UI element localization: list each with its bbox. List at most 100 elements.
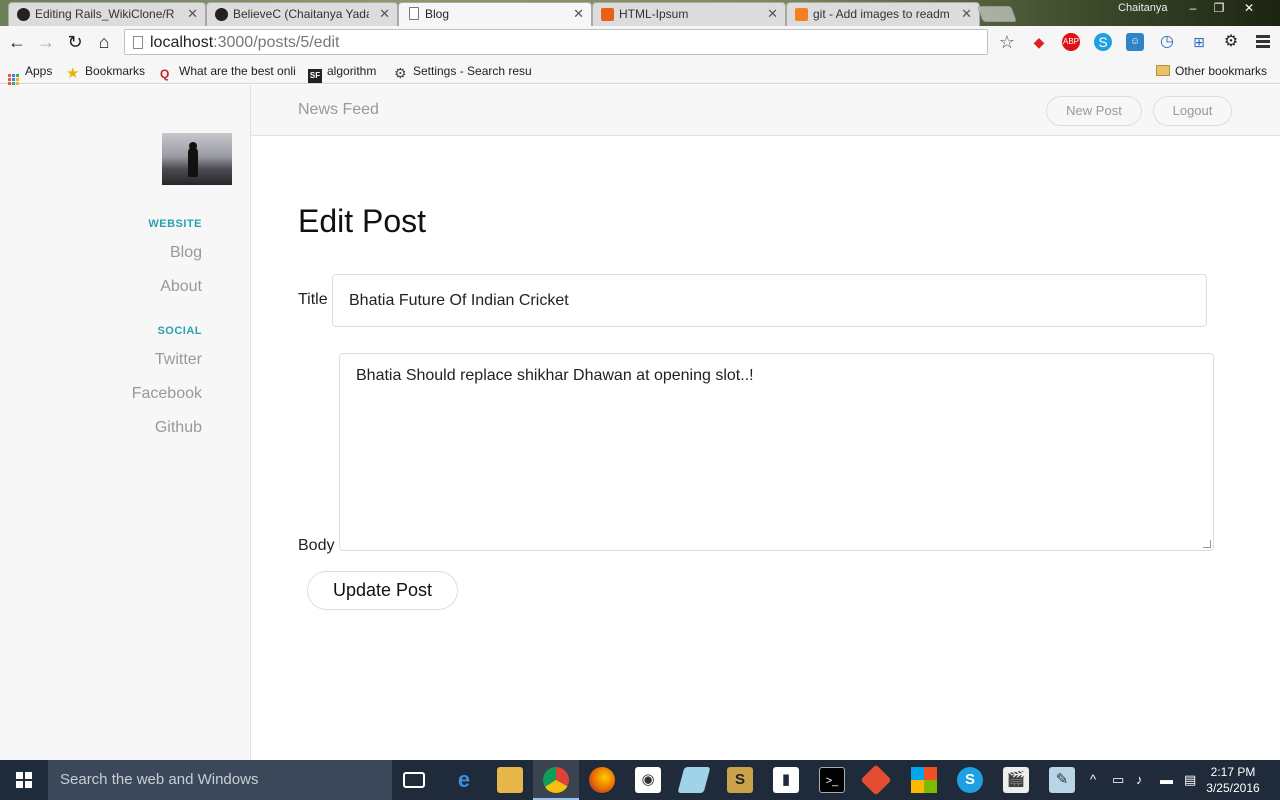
volume-icon[interactable]: ♪ bbox=[1136, 760, 1143, 800]
gear-icon: ⚙ bbox=[394, 65, 407, 80]
bookmark-quora[interactable]: Q What are the best onli bbox=[160, 62, 298, 81]
bookmark-star-icon[interactable]: ☆ bbox=[998, 33, 1016, 51]
sidebar-item-blog[interactable]: Blog bbox=[170, 244, 202, 262]
bookmark-label: algorithm bbox=[327, 64, 377, 78]
tab-label: BelieveC (Chaitanya Yadav bbox=[233, 7, 369, 21]
git-icon[interactable] bbox=[860, 764, 892, 796]
camera-icon[interactable]: ◉ bbox=[635, 767, 661, 793]
update-post-button[interactable]: Update Post bbox=[307, 571, 458, 610]
network-icon[interactable]: ▭ bbox=[1112, 760, 1124, 800]
bookmark-algorithm[interactable]: SF algorithm bbox=[308, 62, 376, 83]
chrome-menu-icon[interactable] bbox=[1256, 35, 1270, 50]
new-tab-button[interactable] bbox=[977, 6, 1017, 22]
reload-icon[interactable]: ↻ bbox=[63, 30, 87, 54]
sidebar-item-twitter[interactable]: Twitter bbox=[155, 351, 202, 369]
window-user-name[interactable]: Chaitanya bbox=[1118, 2, 1168, 14]
close-window-icon[interactable]: ✕ bbox=[1236, 0, 1262, 18]
github-icon bbox=[17, 8, 30, 21]
notes-icon[interactable] bbox=[677, 767, 711, 793]
action-center-icon[interactable]: ▤ bbox=[1184, 760, 1196, 800]
movie-maker-icon[interactable]: 🎬 bbox=[1003, 767, 1029, 793]
adblock-icon[interactable]: ABP bbox=[1062, 33, 1080, 51]
web-page: WEBSITE Blog About SOCIAL Twitter Facebo… bbox=[0, 85, 1280, 760]
avatar bbox=[162, 133, 232, 185]
start-button[interactable] bbox=[0, 760, 48, 800]
bookmark-other[interactable]: Other bookmarks bbox=[1156, 62, 1267, 80]
restore-icon[interactable]: ❐ bbox=[1206, 0, 1232, 18]
news-feed-link[interactable]: News Feed bbox=[298, 101, 379, 119]
bookmark-label: Settings - Search resu bbox=[413, 64, 532, 78]
battery-icon[interactable]: ▬ bbox=[1160, 760, 1173, 800]
close-tab-icon[interactable]: ✕ bbox=[767, 3, 778, 25]
taskbar-search-box[interactable]: Search the web and Windows bbox=[48, 760, 392, 800]
address-bar[interactable]: localhost:3000/posts/5/edit bbox=[124, 29, 988, 55]
page-icon bbox=[133, 36, 143, 49]
folder-icon bbox=[1156, 65, 1170, 76]
sidebar-heading-website: WEBSITE bbox=[148, 218, 202, 230]
sublime-icon[interactable]: S bbox=[727, 767, 753, 793]
notifications-icon[interactable]: ☺ bbox=[1126, 33, 1144, 51]
github-icon bbox=[215, 8, 228, 21]
extension-red-icon[interactable]: ◆ bbox=[1030, 33, 1048, 51]
account-icon[interactable]: ⊞ bbox=[1190, 33, 1208, 51]
history-icon[interactable]: ◷ bbox=[1158, 33, 1176, 51]
paint-icon[interactable]: ✎ bbox=[1049, 767, 1075, 793]
logout-button[interactable]: Logout bbox=[1153, 96, 1232, 126]
skype-icon[interactable]: S bbox=[1094, 33, 1112, 51]
bookmark-settings[interactable]: ⚙ Settings - Search resu bbox=[394, 62, 532, 80]
address-url[interactable]: localhost:3000/posts/5/edit bbox=[150, 34, 339, 52]
chrome-icon[interactable] bbox=[543, 767, 569, 793]
sf-icon: SF bbox=[308, 69, 322, 83]
new-post-button[interactable]: New Post bbox=[1046, 96, 1142, 126]
body-text: Bhatia Should replace shikhar Dhawan at … bbox=[356, 367, 754, 384]
tray-chevron-icon[interactable]: ^ bbox=[1090, 760, 1096, 800]
bookmarks-bar: Apps ★ Bookmarks Q What are the best onli … bbox=[0, 58, 1280, 85]
skype-taskbar-icon[interactable]: S bbox=[957, 767, 983, 793]
terminal-icon[interactable]: >_ bbox=[819, 767, 845, 793]
tab-html-ipsum[interactable]: HTML-Ipsum ✕ bbox=[592, 2, 786, 26]
body-label: Body bbox=[298, 537, 335, 554]
settings-gear-icon[interactable]: ⚙ bbox=[1222, 33, 1240, 51]
tab-git-add-images[interactable]: git - Add images to readm ✕ bbox=[786, 2, 980, 26]
home-icon[interactable]: ⌂ bbox=[92, 30, 116, 54]
firefox-icon[interactable] bbox=[589, 767, 615, 793]
back-icon[interactable]: ← bbox=[5, 30, 29, 54]
sidebar-item-facebook[interactable]: Facebook bbox=[132, 385, 202, 403]
tab-editing-rails[interactable]: Editing Rails_WikiClone/R ✕ bbox=[8, 2, 206, 26]
app-icon[interactable]: ▮ bbox=[773, 767, 799, 793]
windows-logo-icon bbox=[16, 772, 32, 788]
body-textarea[interactable]: Bhatia Should replace shikhar Dhawan at … bbox=[339, 353, 1214, 551]
sidebar-item-github[interactable]: Github bbox=[155, 419, 202, 437]
title-input[interactable]: Bhatia Future Of Indian Cricket bbox=[332, 274, 1207, 327]
bookmark-bookmarks[interactable]: ★ Bookmarks bbox=[66, 62, 145, 81]
tab-label: git - Add images to readm bbox=[813, 7, 950, 21]
bookmark-label: What are the best onli bbox=[179, 64, 296, 78]
sidebar: WEBSITE Blog About SOCIAL Twitter Facebo… bbox=[0, 85, 251, 760]
file-explorer-icon[interactable] bbox=[497, 767, 523, 793]
office-icon[interactable] bbox=[911, 767, 937, 793]
tab-label: Editing Rails_WikiClone/R bbox=[35, 7, 175, 21]
top-navbar: News Feed New Post Logout bbox=[251, 85, 1280, 136]
task-view-icon[interactable] bbox=[403, 772, 425, 788]
browser-toolbar: ← → ↻ ⌂ localhost:3000/posts/5/edit ☆ ◆ … bbox=[0, 26, 1280, 58]
minimize-icon[interactable]: – bbox=[1180, 0, 1206, 18]
close-tab-icon[interactable]: ✕ bbox=[379, 3, 390, 25]
resize-handle-icon[interactable] bbox=[1203, 540, 1211, 548]
close-tab-icon[interactable]: ✕ bbox=[573, 3, 584, 25]
bookmark-label: Bookmarks bbox=[85, 64, 146, 78]
forward-icon[interactable]: → bbox=[34, 30, 58, 54]
page-icon bbox=[409, 7, 419, 20]
close-tab-icon[interactable]: ✕ bbox=[961, 3, 972, 25]
sidebar-item-about[interactable]: About bbox=[160, 278, 202, 296]
taskbar-clock[interactable]: 2:17 PM 3/25/2016 bbox=[1200, 764, 1266, 796]
close-tab-icon[interactable]: ✕ bbox=[187, 3, 198, 25]
edge-icon[interactable]: e bbox=[451, 767, 477, 793]
html-ipsum-icon bbox=[601, 8, 614, 21]
tab-believec[interactable]: BelieveC (Chaitanya Yadav ✕ bbox=[206, 2, 398, 26]
tab-blog[interactable]: Blog ✕ bbox=[398, 2, 592, 26]
bookmark-apps[interactable]: Apps bbox=[8, 62, 52, 85]
windows-taskbar: Search the web and Windows e ◉ S ▮ >_ S … bbox=[0, 760, 1280, 800]
clock-date: 3/25/2016 bbox=[1206, 781, 1260, 795]
sidebar-heading-social: SOCIAL bbox=[157, 325, 202, 337]
avatar-figure bbox=[188, 147, 198, 177]
